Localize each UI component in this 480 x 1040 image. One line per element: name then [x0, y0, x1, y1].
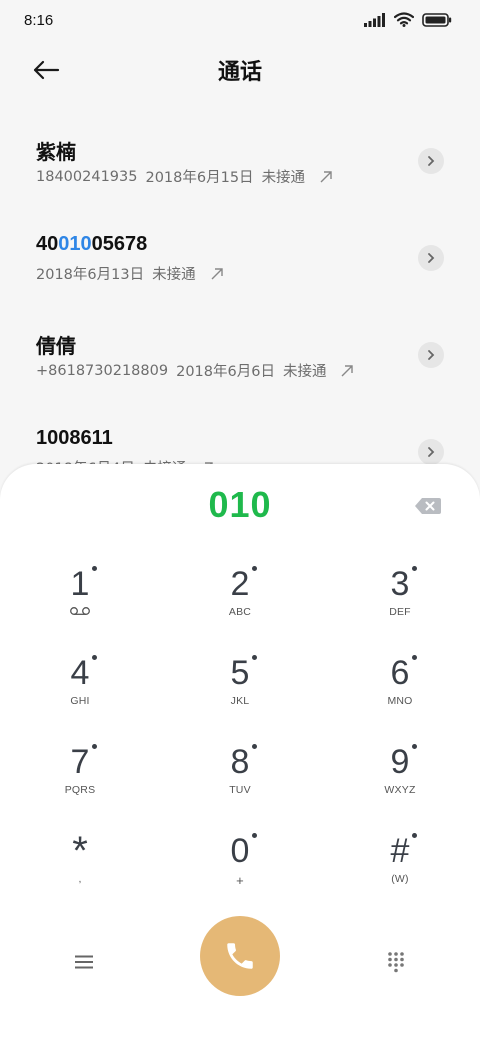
key-4[interactable]: 4 GHI: [20, 653, 140, 733]
key-digit: 2: [231, 564, 258, 604]
key-digit: 7: [71, 742, 98, 782]
dialpad-icon: [388, 952, 404, 973]
call-date: 2018年6月15日: [145, 170, 254, 186]
call-name: 倩倩: [36, 336, 76, 358]
chevron-right-icon: [428, 156, 435, 166]
key-letters: PQRS: [64, 784, 96, 796]
call-number: +8618730218809: [36, 362, 169, 379]
call-name-part: 40: [36, 233, 59, 255]
key-digit: 3: [391, 564, 418, 604]
backspace-icon: [415, 498, 441, 514]
key-0[interactable]: 0 +: [180, 831, 300, 911]
call-name: 紫楠: [36, 142, 76, 164]
key-digit: 8: [231, 742, 258, 782]
key-1[interactable]: 1: [20, 564, 140, 644]
call-info-button[interactable]: [418, 245, 444, 271]
key-9[interactable]: 9 WXYZ: [340, 742, 460, 822]
key-digit: #: [391, 831, 418, 871]
call-name-match: 010: [58, 233, 92, 255]
call-info-button[interactable]: [418, 148, 444, 174]
call-list-item[interactable]: 倩倩 +8618730218809 2018年6月6日 未接通: [0, 312, 480, 409]
header: 通话: [0, 42, 480, 98]
key-digit: 6: [391, 653, 418, 693]
dialed-number: 010: [208, 484, 272, 525]
call-list-item[interactable]: 紫楠 18400241935 2018年6月15日 未接通: [0, 118, 480, 215]
call-status: 未接通: [152, 267, 196, 283]
call-number: 18400241935: [36, 168, 138, 185]
key-5[interactable]: 5 JKL: [180, 653, 300, 733]
key-2[interactable]: 2 ABC: [180, 564, 300, 644]
menu-icon: [75, 955, 93, 969]
chevron-right-icon: [428, 253, 435, 263]
key-digit: 1: [71, 564, 98, 604]
key-7[interactable]: 7 PQRS: [20, 742, 140, 822]
status-icons: [364, 12, 452, 27]
key-letters: MNO: [387, 695, 413, 707]
key-hash[interactable]: # (W): [340, 831, 460, 911]
key-8[interactable]: 8 TUV: [180, 742, 300, 822]
call-name: 1008611: [36, 427, 113, 449]
phone-icon: [227, 943, 253, 969]
chevron-right-icon: [428, 350, 435, 360]
call-meta: +8618730218809 2018年6月6日 未接通: [36, 360, 362, 381]
key-letters: ABC: [228, 606, 252, 618]
page-title: 通话: [217, 60, 262, 85]
key-digit: 9: [391, 742, 418, 782]
outgoing-arrow-icon: [319, 170, 333, 184]
key-6[interactable]: 6 MNO: [340, 653, 460, 733]
key-letters: +: [236, 873, 244, 888]
outgoing-arrow-icon: [210, 267, 224, 281]
call-status: 未接通: [261, 170, 306, 186]
key-letters: GHI: [70, 695, 90, 707]
call-list-item[interactable]: 4001005678 2018年6月13日 未接通: [0, 215, 480, 312]
delete-button[interactable]: [414, 496, 442, 518]
status-bar: 8:16: [0, 0, 480, 42]
call-status: 未接通: [282, 364, 327, 380]
call-info-button[interactable]: [418, 342, 444, 368]
call-date: 2018年6月13日: [36, 267, 145, 283]
key-digit: 0: [231, 831, 258, 871]
key-digit: 4: [71, 653, 98, 693]
call-name: 4001005678: [36, 233, 147, 256]
menu-button[interactable]: [64, 944, 104, 980]
battery-icon: [422, 12, 452, 27]
key-letters: TUV: [229, 784, 251, 796]
key-star[interactable]: * ,: [20, 831, 140, 911]
key-letters: (W): [391, 873, 409, 885]
key-digit: *: [72, 829, 88, 873]
call-info-button[interactable]: [418, 439, 444, 465]
dialer-panel: 010 1 2 ABC 3 DEF 4 GHI 5 JKL 6 MNO 7 PQ…: [0, 464, 480, 1040]
voicemail-icon: [20, 606, 140, 619]
wifi-icon: [394, 12, 414, 27]
call-meta: 18400241935 2018年6月15日 未接通: [36, 166, 341, 187]
key-digit: 5: [231, 653, 258, 693]
call-date: 2018年6月6日: [176, 364, 275, 380]
call-list: 紫楠 18400241935 2018年6月15日 未接通 4001005678…: [0, 118, 480, 506]
dialer-bottom-bar: [0, 916, 480, 1006]
key-letters: DEF: [389, 606, 411, 618]
status-time: 8:16: [24, 12, 54, 29]
key-letters: JKL: [230, 695, 250, 707]
key-3[interactable]: 3 DEF: [340, 564, 460, 644]
chevron-right-icon: [428, 447, 435, 457]
call-name-part: 05678: [91, 233, 148, 255]
dialpad-toggle-button[interactable]: [376, 944, 416, 980]
key-letters: WXYZ: [384, 784, 416, 796]
key-letters: ,: [78, 873, 82, 885]
outgoing-arrow-icon: [340, 364, 354, 378]
call-button[interactable]: [200, 916, 280, 996]
signal-icon: [364, 12, 385, 27]
call-meta: 2018年6月13日 未接通: [36, 263, 232, 284]
